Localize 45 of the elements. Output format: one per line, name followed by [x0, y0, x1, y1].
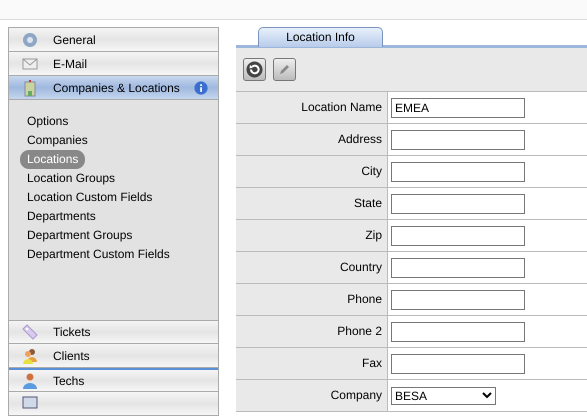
sidebar-section[interactable]: E-Mail — [9, 52, 218, 76]
input-field[interactable] — [391, 258, 525, 278]
field-label: Fax — [236, 348, 388, 379]
sidebar-link[interactable]: Department Custom Fields — [20, 245, 177, 264]
undo-button[interactable] — [243, 58, 266, 81]
input-field[interactable] — [391, 130, 525, 150]
sidebar-link[interactable]: Location Custom Fields — [20, 188, 160, 207]
sidebar-link[interactable]: Companies — [20, 131, 95, 150]
pencil-icon — [278, 63, 291, 76]
field-label: Company — [236, 380, 388, 411]
sidebar-section[interactable]: Tickets — [9, 320, 218, 344]
sidebar-link[interactable]: Options — [20, 112, 76, 131]
field-label: Country — [236, 252, 388, 283]
input-field[interactable] — [391, 162, 525, 182]
sidebar-link[interactable]: Department Groups — [20, 226, 140, 245]
person-icon — [21, 372, 39, 390]
sidebar-section[interactable]: Companies & Locations — [9, 76, 218, 100]
people-icon — [21, 346, 39, 364]
info-icon[interactable] — [194, 80, 208, 94]
sidebar-link[interactable]: Departments — [20, 207, 103, 226]
field-label: Phone 2 — [236, 316, 388, 347]
sidebar-section[interactable]: General — [9, 28, 218, 52]
input-field[interactable] — [391, 226, 525, 246]
field-label: Address — [236, 124, 388, 155]
sidebar-section[interactable]: Techs — [9, 368, 218, 392]
input-field[interactable] — [391, 322, 525, 342]
input-field[interactable] — [391, 194, 525, 214]
field-label: Zip — [236, 220, 388, 251]
sidebar-section[interactable]: Clients — [9, 344, 218, 368]
sidebar-link[interactable]: Location Groups — [20, 169, 122, 188]
edit-button[interactable] — [273, 58, 296, 81]
tag-icon — [21, 323, 39, 341]
dropdown[interactable]: BESA — [391, 386, 496, 404]
gear-icon — [21, 30, 39, 48]
undo-icon — [246, 61, 263, 78]
field-label: Location Name — [236, 92, 388, 123]
sidebar-link[interactable]: Locations — [20, 150, 86, 169]
field-label: Phone — [236, 284, 388, 315]
input-field[interactable]: EMEA — [391, 98, 525, 118]
field-label: City — [236, 156, 388, 187]
input-field[interactable] — [391, 290, 525, 310]
input-field[interactable] — [391, 354, 525, 374]
chevron-icon — [482, 392, 492, 399]
tab[interactable]: Location Info — [258, 27, 383, 47]
field-label: State — [236, 188, 388, 219]
